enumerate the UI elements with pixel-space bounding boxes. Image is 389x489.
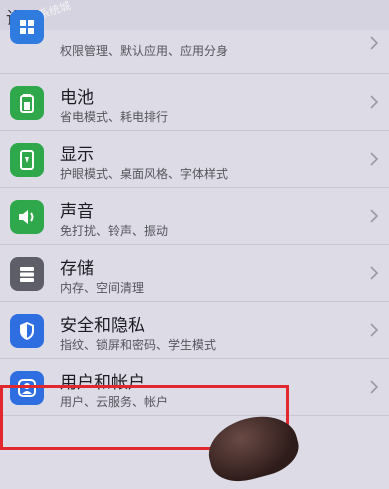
settings-item-battery[interactable]: 电池 省电模式、耗电排行 — [0, 74, 389, 131]
settings-item-subtitle: 免打扰、铃声、振动 — [60, 224, 169, 238]
chevron-right-icon — [370, 323, 379, 337]
settings-item-storage[interactable]: 存储 内存、空间清理 — [0, 245, 389, 302]
chevron-right-icon — [370, 95, 379, 109]
settings-item-subtitle: 护眼模式、桌面风格、字体样式 — [60, 167, 229, 181]
storage-icon — [10, 257, 44, 291]
chevron-right-icon — [370, 209, 379, 223]
settings-item-apps[interactable]: 权限管理、默认应用、应用分身 — [0, 10, 389, 74]
settings-item-label: 安全和隐私 — [60, 316, 145, 336]
settings-item-subtitle: 用户、云服务、帐户 — [60, 395, 169, 409]
settings-item-sound[interactable]: 声音 免打扰、铃声、振动 — [0, 188, 389, 245]
settings-item-subtitle: 权限管理、默认应用、应用分身 — [60, 44, 229, 58]
finger-overlay — [201, 407, 305, 489]
chevron-right-icon — [370, 36, 379, 50]
shield-icon — [10, 314, 44, 348]
settings-item-display[interactable]: 显示 护眼模式、桌面风格、字体样式 — [0, 131, 389, 188]
user-icon — [10, 371, 44, 405]
chevron-right-icon — [370, 380, 379, 394]
settings-item-subtitle: 省电模式、耗电排行 — [60, 110, 169, 124]
settings-item-label: 声音 — [60, 202, 94, 222]
chevron-right-icon — [370, 266, 379, 280]
settings-item-subtitle: 内存、空间清理 — [60, 281, 145, 295]
apps-icon — [10, 10, 44, 44]
settings-item-subtitle: 指纹、锁屏和密码、学生模式 — [60, 338, 217, 352]
chevron-right-icon — [370, 152, 379, 166]
settings-item-label: 存储 — [60, 259, 94, 279]
settings-item-users-accounts[interactable]: 用户和帐户 用户、云服务、帐户 — [0, 359, 389, 416]
settings-item-label: 用户和帐户 — [60, 373, 145, 393]
sound-icon — [10, 200, 44, 234]
battery-icon — [10, 86, 44, 120]
settings-list: 权限管理、默认应用、应用分身 电池 省电模式、耗电排行 显示 护眼模式、桌面风格… — [0, 10, 389, 416]
settings-item-label: 显示 — [60, 145, 94, 165]
settings-item-label: 电池 — [60, 88, 94, 108]
settings-item-security[interactable]: 安全和隐私 指纹、锁屏和密码、学生模式 — [0, 302, 389, 359]
display-icon — [10, 143, 44, 177]
